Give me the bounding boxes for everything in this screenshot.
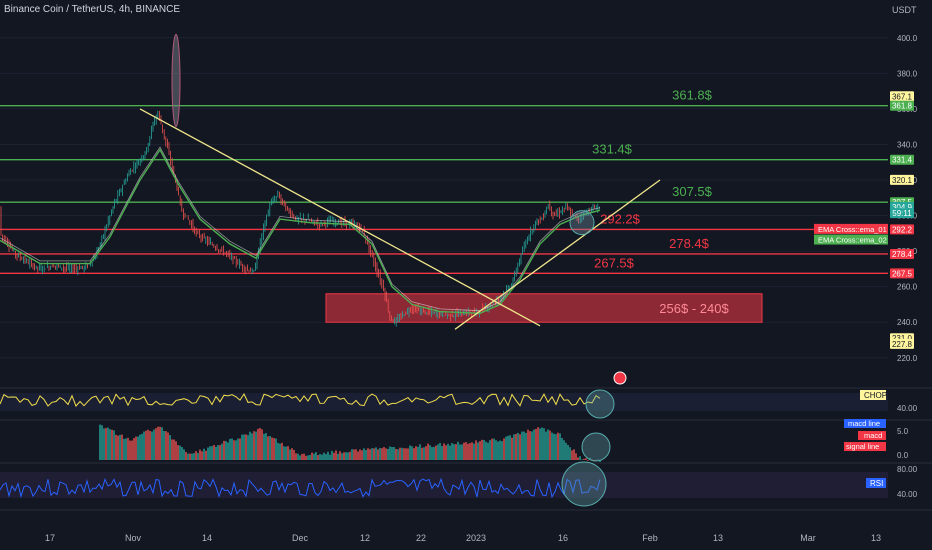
time-tick-label: Mar <box>800 533 816 543</box>
price-tick-label: 220.0 <box>897 354 918 363</box>
chop-band <box>0 393 888 411</box>
time-tick-label: 12 <box>360 533 370 543</box>
macd-label: macd <box>864 431 882 440</box>
rsi-label: RSI <box>870 479 883 488</box>
indicator-label: EMA Cross::ema_02 <box>818 236 887 245</box>
rsi-tick: 80.00 <box>897 465 918 474</box>
price-badge-text: 278.4 <box>892 250 913 259</box>
level-label: 331.4$ <box>592 142 633 157</box>
chop-label: CHOP <box>864 391 887 400</box>
price-badge-text: 331.4 <box>892 156 913 165</box>
price-badge-text: 320.1 <box>892 176 913 185</box>
time-tick-label: Dec <box>292 533 309 543</box>
time-tick-label: 16 <box>558 533 568 543</box>
price-badge-text: 292.2 <box>892 225 913 234</box>
signal-line-label: signal line <box>846 442 879 451</box>
rsi-highlight <box>561 461 607 507</box>
price-tick-label: 400.0 <box>897 34 918 43</box>
level-label: 267.5$ <box>594 255 635 270</box>
chop-tick: 40.00 <box>897 404 918 413</box>
macd-tick: 5.0 <box>897 427 909 436</box>
currency-label: USDT <box>892 5 917 15</box>
level-label: 307.5$ <box>672 184 713 199</box>
rsi-tick: 40.00 <box>897 490 918 499</box>
time-tick-label: 13 <box>713 533 723 543</box>
time-tick-label: Nov <box>125 533 142 543</box>
time-tick-label: Feb <box>642 533 658 543</box>
time-tick-label: 22 <box>416 533 426 543</box>
macd-highlight <box>581 432 611 462</box>
price-badge-text: 267.5 <box>892 269 913 278</box>
symbol-title: Binance Coin / TetherUS, 4h, BINANCE <box>4 4 181 15</box>
time-tick-label: 2023 <box>466 533 486 543</box>
price-tick-label: 340.0 <box>897 140 918 149</box>
indicator-label: EMA Cross::ema_01 <box>818 225 887 234</box>
price-badge-text: 59:11 <box>892 209 912 218</box>
macd-tick: 0.0 <box>897 451 909 460</box>
rsi-band <box>0 472 888 498</box>
time-tick-label: 17 <box>45 533 55 543</box>
time-tick-label: 13 <box>871 533 881 543</box>
price-tick-label: 380.0 <box>897 69 918 78</box>
price-badge-text: 227.8 <box>892 340 913 349</box>
time-tick-label: 14 <box>202 533 212 543</box>
highlight-circle <box>569 210 595 236</box>
level-label: 278.4$ <box>669 236 710 251</box>
chop-highlight <box>585 389 615 419</box>
us-flag-icon <box>613 371 627 385</box>
price-badge-text: 367.1 <box>892 92 913 101</box>
price-tick-label: 240.0 <box>897 318 918 327</box>
chart-canvas[interactable]: 256$ - 240$ 361.8$331.4$307.5$292.2$278.… <box>0 0 932 550</box>
price-tick-label: 260.0 <box>897 283 918 292</box>
price-badge-text: 361.8 <box>892 102 913 111</box>
macd-line-label: macd line <box>848 419 880 428</box>
level-label: 361.8$ <box>672 88 713 103</box>
spike-ellipse <box>171 33 181 128</box>
support-zone-label: 256$ - 240$ <box>659 301 729 316</box>
